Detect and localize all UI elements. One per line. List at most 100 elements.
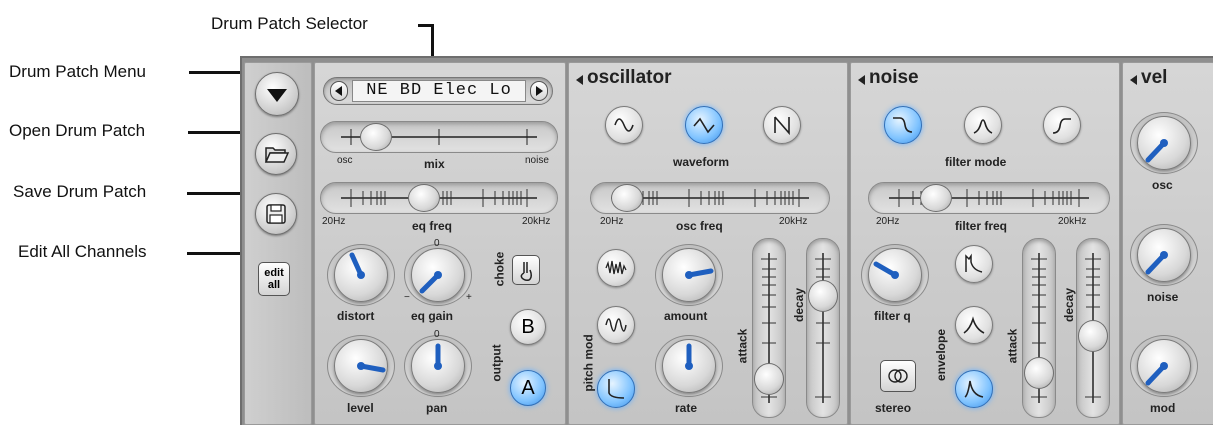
stereo-circles-icon <box>888 369 908 383</box>
knob-indicator <box>419 271 442 294</box>
edit-all-channels-button[interactable]: edit all <box>258 262 290 296</box>
level-knob[interactable] <box>334 339 388 393</box>
vel-osc-label: osc <box>1152 178 1173 192</box>
output-a-button[interactable]: A <box>510 370 546 406</box>
mix-slider-handle[interactable] <box>360 123 392 151</box>
collapse-triangle-icon[interactable] <box>858 75 866 85</box>
knob-indicator <box>685 343 693 370</box>
triangle-down-icon <box>267 89 287 102</box>
decay-envelope-icon <box>608 379 625 399</box>
pitch-mod-label: pitch mod <box>581 334 596 392</box>
envelope-shape-icon <box>965 253 983 273</box>
callout-edit-all-channels: Edit All Channels <box>18 242 147 261</box>
waveform-triangle-button[interactable] <box>685 106 723 144</box>
envelope-gate-button[interactable] <box>955 245 993 283</box>
sawtooth-wave-icon <box>774 116 790 136</box>
highpass-filter-icon <box>1052 118 1071 134</box>
distort-label: distort <box>337 309 375 323</box>
waveform-sawtooth-button[interactable] <box>763 106 801 144</box>
noise-attack-slider[interactable] <box>1022 238 1056 418</box>
drum-patch-menu-button[interactable] <box>255 72 299 116</box>
output-label: output <box>489 344 504 382</box>
vel-mod-knob[interactable] <box>1137 339 1191 393</box>
pan-knob[interactable] <box>411 339 465 393</box>
osc-freq-min-label: 20Hz <box>600 216 624 227</box>
open-drum-patch-button[interactable] <box>255 133 297 175</box>
eq-gain-label: eq gain <box>411 309 454 323</box>
filter-q-knob[interactable] <box>868 248 922 302</box>
filter-freq-slider[interactable] <box>868 182 1110 214</box>
noise-decay-handle[interactable] <box>1078 320 1108 352</box>
choke-button[interactable] <box>512 255 540 285</box>
noise-title: noise <box>869 67 919 88</box>
envelope-decay-button[interactable] <box>955 370 993 408</box>
collapse-triangle-icon[interactable] <box>576 75 584 85</box>
osc-freq-max-label: 20kHz <box>779 216 808 227</box>
slider-track-line <box>815 253 831 403</box>
log-scale-ticks <box>889 189 1089 207</box>
knob-indicator <box>685 268 714 279</box>
waveform-sine-button[interactable] <box>605 106 643 144</box>
osc-decay-handle[interactable] <box>808 280 838 312</box>
pitch-mod-sine-button[interactable] <box>597 306 635 344</box>
patch-name-display: NE BD Elec Lo <box>352 80 526 102</box>
filter-bandpass-button[interactable] <box>964 106 1002 144</box>
patch-next-button[interactable] <box>530 81 548 101</box>
slider-ticks <box>341 129 537 145</box>
eq-gain-knob[interactable] <box>411 248 465 302</box>
lowpass-filter-icon <box>893 117 913 133</box>
collapse-triangle-icon[interactable] <box>1130 75 1138 85</box>
vel-noise-knob[interactable] <box>1137 228 1191 282</box>
choke-label: choke <box>492 251 507 287</box>
osc-decay-label: decay <box>792 287 807 323</box>
envelope-attack-decay-button[interactable] <box>955 306 993 344</box>
filter-freq-slider-handle[interactable] <box>920 184 952 212</box>
edit-all-line2: all <box>267 279 281 291</box>
vel-mod-label: mod <box>1150 401 1176 415</box>
osc-attack-label: attack <box>735 328 750 364</box>
oscillator-title: oscillator <box>587 67 672 88</box>
vel-noise-label: noise <box>1147 290 1179 304</box>
mix-label: mix <box>424 157 445 171</box>
stereo-button[interactable] <box>880 360 916 392</box>
eq-freq-min-label: 20Hz <box>322 216 346 227</box>
eq-gain-zero: 0 <box>434 238 440 249</box>
knob-indicator <box>349 252 365 279</box>
mix-slider[interactable] <box>320 121 558 153</box>
decay-envelope-icon <box>964 380 984 398</box>
filter-lowpass-button[interactable] <box>884 106 922 144</box>
vel-osc-knob[interactable] <box>1137 116 1191 170</box>
osc-freq-slider-handle[interactable] <box>611 184 643 212</box>
stereo-label: stereo <box>875 401 912 415</box>
floppy-disk-icon <box>266 204 286 224</box>
oscillation-wave-icon <box>605 318 627 332</box>
waveform-label: waveform <box>673 155 730 169</box>
osc-freq-label: osc freq <box>676 219 723 233</box>
knob-indicator <box>1145 251 1168 275</box>
filter-mode-label: filter mode <box>945 155 1007 169</box>
noise-attack-handle[interactable] <box>1024 357 1054 389</box>
pitch-mod-envelope-button[interactable] <box>597 370 635 408</box>
eq-gain-plus: + <box>466 292 472 303</box>
patch-previous-button[interactable] <box>330 81 348 101</box>
filter-freq-label: filter freq <box>955 219 1008 233</box>
noise-decay-label: decay <box>1062 287 1077 323</box>
distort-knob[interactable] <box>334 248 388 302</box>
output-b-button[interactable]: B <box>510 309 546 345</box>
noise-wave-icon <box>605 260 627 275</box>
attack-decay-icon <box>963 316 985 334</box>
eq-freq-label: eq freq <box>412 219 453 233</box>
arrow-left-icon <box>335 86 342 96</box>
osc-decay-slider[interactable] <box>806 238 840 418</box>
osc-attack-handle[interactable] <box>754 363 784 395</box>
amount-knob[interactable] <box>662 248 716 302</box>
bandpass-filter-icon <box>973 119 993 134</box>
pitch-mod-noise-button[interactable] <box>597 249 635 287</box>
save-drum-patch-button[interactable] <box>255 193 297 235</box>
callout-drum-patch-menu: Drum Patch Menu <box>9 62 146 81</box>
eq-freq-slider-handle[interactable] <box>408 184 440 212</box>
pan-label: pan <box>426 401 448 415</box>
eq-freq-max-label: 20kHz <box>522 216 551 227</box>
filter-highpass-button[interactable] <box>1043 106 1081 144</box>
rate-knob[interactable] <box>662 339 716 393</box>
